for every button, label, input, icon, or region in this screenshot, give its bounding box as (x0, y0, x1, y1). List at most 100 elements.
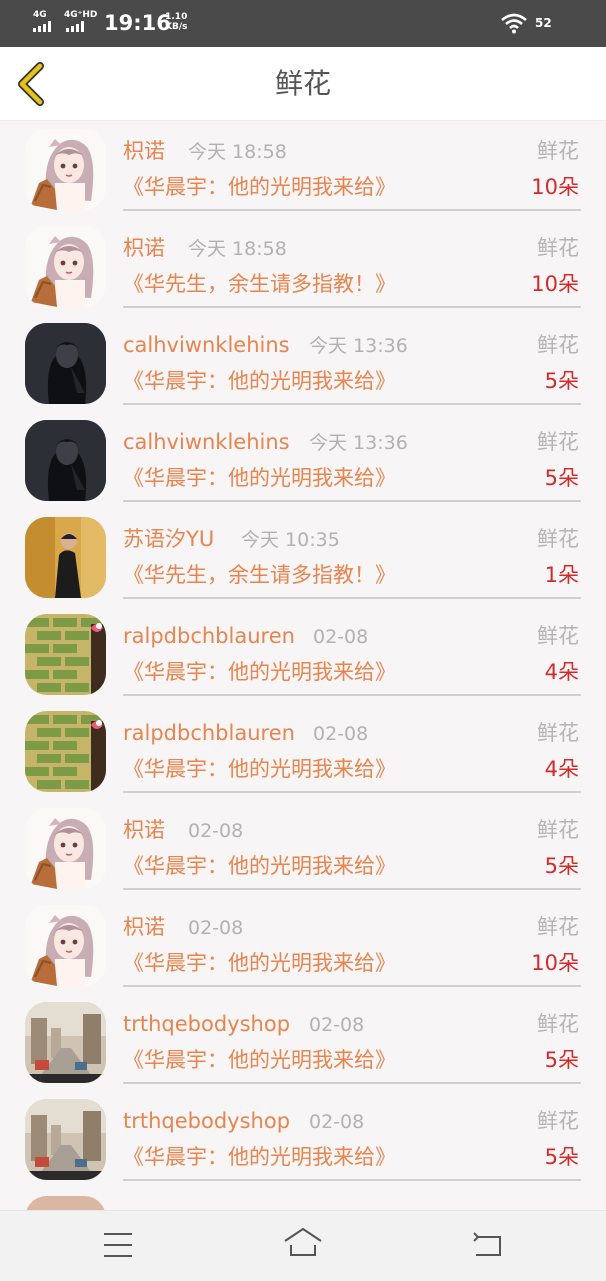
user-avatar[interactable] (25, 1002, 106, 1083)
record-time: 02-08 (188, 820, 244, 842)
app-header: 鲜花 (0, 47, 606, 121)
speed-unit: KB/s (165, 22, 188, 32)
avatar-image (25, 808, 106, 889)
username[interactable]: ralpdbchblauren (123, 719, 295, 747)
gift-type: 鲜花 (537, 818, 579, 842)
avatar-image (25, 226, 106, 307)
signal-icon-2 (66, 21, 84, 32)
gift-type: 鲜花 (537, 624, 579, 648)
back-nav-button[interactable] (466, 1225, 510, 1265)
user-avatar[interactable] (25, 1099, 106, 1180)
row-divider (123, 694, 581, 696)
avatar-image (25, 420, 106, 501)
flower-count: 5朵 (544, 369, 579, 393)
book-title-link[interactable]: 《华晨宇：他的光明我来给》 (123, 852, 396, 880)
menu-icon (104, 1233, 132, 1257)
book-title-link[interactable]: 《华晨宇：他的光明我来给》 (123, 464, 396, 492)
book-title-link[interactable]: 《华晨宇：他的光明我来给》 (123, 1143, 396, 1171)
user-avatar[interactable] (25, 905, 106, 986)
flower-record-list[interactable]: 枳诺 今天 18:58 鲜花 《华晨宇：他的光明我来给》 10朵 枳诺 今天 18:58 鲜花… (0, 121, 606, 1228)
signal-icon (33, 21, 51, 32)
flower-record-row[interactable]: ralpdbchblauren 02-08 鲜花 《华晨宇：他的光明我来给》 4朵 (0, 606, 606, 703)
flower-record-row[interactable]: trthqebodyshop 02-08 鲜花《华晨宇：他的光明我来给》 5朵 (0, 994, 606, 1091)
user-avatar[interactable] (25, 323, 106, 404)
gift-type: 鲜花 (537, 430, 579, 454)
menu-button[interactable] (96, 1225, 140, 1265)
book-title-link[interactable]: 《华先生，余生请多指教！》 (123, 561, 396, 589)
avatar-image (25, 614, 106, 695)
flower-record-row[interactable]: 苏语汐YU 今天 10:35 鲜花 《华先生，余生请多指教！》 1朵 (0, 509, 606, 606)
row-divider (123, 888, 581, 890)
username[interactable]: trthqebodyshop (123, 1010, 290, 1038)
username[interactable]: 枳诺 (123, 234, 165, 262)
book-title-link[interactable]: 《华晨宇：他的光明我来给》 (123, 1046, 396, 1074)
flower-record-row[interactable]: ralpdbchblauren 02-08 鲜花 《华晨宇：他的光明我来给》 4朵 (0, 703, 606, 800)
row-divider (123, 306, 581, 308)
user-avatar[interactable] (25, 711, 106, 792)
avatar-image (25, 1002, 106, 1083)
user-avatar[interactable] (25, 226, 106, 307)
row-divider (123, 1179, 581, 1181)
flower-count: 10朵 (531, 951, 579, 975)
record-time: 今天 18:58 (188, 141, 287, 163)
flower-record-row[interactable]: calhviwnklehins 今天 13:36 鲜花《华晨宇：他的光明我来给》 5朵 (0, 412, 606, 509)
flower-count: 4朵 (544, 757, 579, 781)
user-avatar[interactable] (25, 420, 106, 501)
book-title-link[interactable]: 《华晨宇：他的光明我来给》 (123, 173, 396, 201)
status-bar: 4G 4G⁺HD 19:16 1.10 KB/s 52 (0, 0, 606, 47)
username[interactable]: calhviwnklehins (123, 331, 290, 359)
speed-value: 1.10 (165, 12, 188, 22)
record-time: 今天 13:36 (309, 432, 408, 454)
user-avatar[interactable] (25, 614, 106, 695)
flower-record-row[interactable]: 枳诺 今天 18:58 鲜花 《华先生，余生请多指教！》 10朵 (0, 218, 606, 315)
username[interactable]: 枳诺 (123, 913, 165, 941)
avatar-image (25, 905, 106, 986)
page-title: 鲜花 (274, 67, 331, 100)
flower-count: 5朵 (544, 1048, 579, 1072)
book-title-link[interactable]: 《华先生，余生请多指教！》 (123, 270, 396, 298)
avatar-image (25, 323, 106, 404)
flower-count: 1朵 (544, 563, 579, 587)
book-title-link[interactable]: 《华晨宇：他的光明我来给》 (123, 367, 396, 395)
user-avatar[interactable] (25, 129, 106, 210)
gift-type: 鲜花 (537, 1012, 579, 1036)
record-time: 02-08 (188, 917, 244, 939)
battery-level: 52 (535, 16, 552, 30)
row-divider (123, 791, 581, 793)
username[interactable]: 苏语汐YU (123, 525, 214, 553)
network-type-1: 4G (33, 10, 47, 20)
book-title-link[interactable]: 《华晨宇：他的光明我来给》 (123, 658, 396, 686)
flower-record-row[interactable]: 枳诺 02-08 鲜花 《华晨宇：他的光明我来给》 5朵 (0, 800, 606, 897)
username[interactable]: ralpdbchblauren (123, 622, 295, 650)
system-nav-bar (0, 1210, 606, 1281)
flower-record-row[interactable]: calhviwnklehins 今天 13:36 鲜花 《华晨宇：他的光明我来给》 5朵 (0, 315, 606, 412)
user-avatar[interactable] (25, 808, 106, 889)
gift-type: 鲜花 (537, 915, 579, 939)
gift-type: 鲜花 (537, 333, 579, 357)
username[interactable]: 枳诺 (123, 137, 165, 165)
clock: 19:16 (104, 11, 171, 35)
flower-count: 5朵 (544, 466, 579, 490)
network-speed: 1.10 KB/s (165, 12, 187, 32)
flower-record-row[interactable]: 枳诺 02-08 鲜花《华晨宇：他的光明我来给》 10朵 (0, 897, 606, 994)
user-avatar[interactable] (25, 517, 106, 598)
flower-count: 5朵 (544, 1145, 579, 1169)
flower-record-row[interactable]: trthqebodyshop 02-08 鲜花 《华晨宇：他的光明我来给》 5朵 (0, 1091, 606, 1188)
gift-type: 鲜花 (537, 139, 579, 163)
row-divider (123, 500, 581, 502)
home-button[interactable] (281, 1225, 325, 1265)
record-time: 02-08 (309, 1014, 365, 1036)
gift-type: 鲜花 (537, 1109, 579, 1133)
row-divider (123, 985, 581, 987)
username[interactable]: 枳诺 (123, 816, 165, 844)
book-title-link[interactable]: 《华晨宇：他的光明我来给》 (123, 949, 396, 977)
record-time: 今天 10:35 (241, 529, 340, 551)
book-title-link[interactable]: 《华晨宇：他的光明我来给》 (123, 755, 396, 783)
row-divider (123, 209, 581, 211)
username[interactable]: calhviwnklehins (123, 428, 290, 456)
avatar-image (25, 129, 106, 210)
avatar-image (25, 517, 106, 598)
home-icon (284, 1227, 322, 1256)
flower-record-row[interactable]: 枳诺 今天 18:58 鲜花 《华晨宇：他的光明我来给》 10朵 (0, 121, 606, 218)
username[interactable]: trthqebodyshop (123, 1107, 290, 1135)
